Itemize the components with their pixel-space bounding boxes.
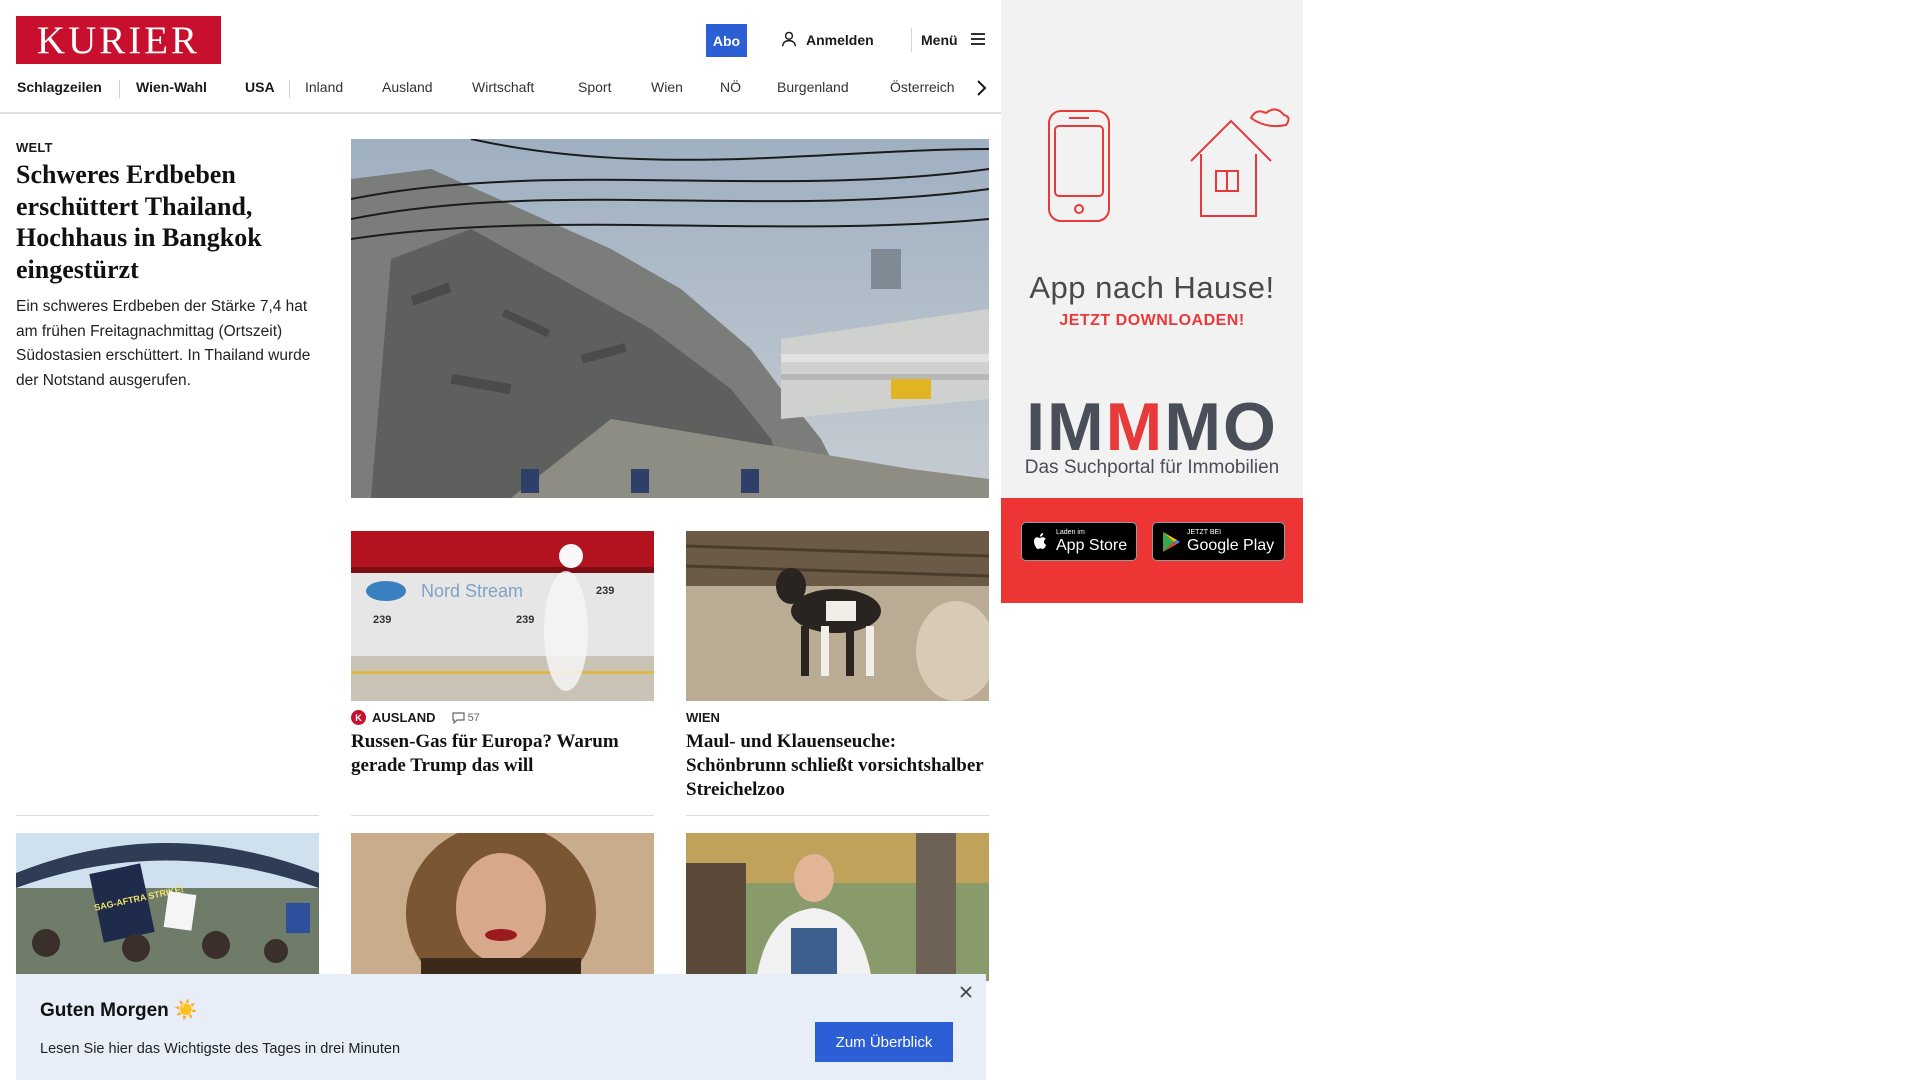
comment-count[interactable]: 57 [451, 711, 480, 724]
apple-icon [1034, 532, 1047, 549]
nav-divider [289, 80, 290, 98]
banner-title: Guten Morgen ☀️ [40, 1000, 198, 1021]
kurier-plus-badge: K [351, 710, 366, 725]
nav-item-noe[interactable]: NÖ [720, 79, 741, 95]
teaser-image-strike[interactable]: SAG-AFTRA STRIKE! [16, 833, 319, 981]
divider [351, 815, 654, 816]
user-icon [780, 30, 798, 51]
hero-kicker[interactable]: WELT [16, 140, 53, 155]
teaser-title[interactable]: Russen-Gas für Europa? Warum gerade Trum… [351, 730, 654, 778]
google-play-button[interactable]: JETZT BEI Google Play [1152, 522, 1285, 561]
ad-subtitle: JETZT DOWNLOADEN! [1059, 312, 1245, 329]
teaser-title[interactable]: Maul- und Klauenseuche: Schönbrunn schli… [686, 730, 989, 802]
hamburger-icon [969, 30, 987, 51]
house-icon [1181, 106, 1291, 226]
hero-lead[interactable]: Ein schweres Erdbeben der Stärke 7,4 hat… [16, 295, 321, 393]
header-divider [911, 28, 912, 52]
nav-item-inland[interactable]: Inland [305, 79, 343, 95]
comment-count-value: 57 [467, 711, 480, 724]
teaser-image-goat[interactable] [686, 531, 989, 701]
nav-item-oesterreich[interactable]: Österreich [890, 79, 955, 95]
app-store-button[interactable]: Laden im App Store [1021, 522, 1137, 561]
abo-button[interactable]: Abo [706, 24, 747, 57]
login-button[interactable]: Anmelden [780, 28, 874, 52]
nav-divider-line [0, 112, 1001, 114]
morning-briefing-banner: Guten Morgen ☀️ Lesen Sie hier das Wicht… [16, 974, 986, 1080]
teaser-kicker[interactable]: K AUSLAND 57 [351, 710, 480, 725]
ad-title: App nach Hause! [1029, 270, 1275, 305]
chevron-right-icon [977, 80, 987, 96]
divider [16, 815, 319, 816]
svg-text:239: 239 [516, 614, 534, 626]
phone-icon [1039, 106, 1119, 231]
image-text-nord-stream: Nord Stream [421, 581, 523, 601]
menu-label: Menü [921, 32, 958, 48]
nav-divider [119, 80, 120, 98]
close-banner-button[interactable] [956, 982, 976, 1002]
nav-item-usa[interactable]: USA [245, 79, 275, 95]
teaser-kicker-label: WIEN [686, 710, 720, 725]
hero-image-earthquake-rubble[interactable] [351, 139, 989, 498]
teaser-image-portrait-woman[interactable] [351, 833, 654, 981]
divider [686, 815, 989, 816]
teaser-image-nord-stream[interactable]: Nord Stream 239 239 239 [351, 531, 654, 701]
nav-scroll-right-button[interactable] [970, 76, 992, 100]
banner-text: Lesen Sie hier das Wichtigste des Tages … [40, 1041, 401, 1057]
kurier-logo[interactable]: KURIER [16, 16, 221, 64]
nav-item-wien[interactable]: Wien [651, 79, 683, 95]
nav-item-burgenland[interactable]: Burgenland [777, 79, 849, 95]
nav-item-ausland[interactable]: Ausland [382, 79, 433, 95]
hero-title[interactable]: Schweres Erdbeben erschüttert Thailand, … [16, 159, 306, 285]
ad-tagline: Das Suchportal für Immobilien [1024, 457, 1280, 478]
nav-item-sport[interactable]: Sport [578, 79, 611, 95]
page: KURIER Abo Anmelden Menü Schlagzeilen Wi… [0, 0, 1920, 1080]
close-icon [960, 986, 972, 998]
login-label: Anmelden [806, 32, 874, 48]
immmo-logo: IMMMO [1026, 389, 1278, 465]
teaser-image-chef[interactable] [686, 833, 989, 981]
section-nav: Schlagzeilen Wien-Wahl USA Inland Auslan… [0, 76, 1001, 100]
menu-button[interactable]: Menü [921, 28, 987, 52]
comment-icon [451, 711, 465, 724]
teaser-kicker-label: AUSLAND [372, 710, 436, 725]
google-play-icon [1163, 531, 1180, 552]
svg-text:239: 239 [373, 614, 391, 626]
nav-item-wirtschaft[interactable]: Wirtschaft [472, 79, 534, 95]
teaser-kicker[interactable]: WIEN [686, 710, 720, 725]
nav-item-wien-wahl[interactable]: Wien-Wahl [136, 79, 207, 95]
nav-item-schlagzeilen[interactable]: Schlagzeilen [17, 79, 102, 95]
overview-button[interactable]: Zum Überblick [815, 1022, 953, 1062]
svg-text:239: 239 [596, 585, 614, 597]
immmo-advertisement[interactable]: App nach Hause! JETZT DOWNLOADEN! IMMMO … [1001, 0, 1303, 603]
